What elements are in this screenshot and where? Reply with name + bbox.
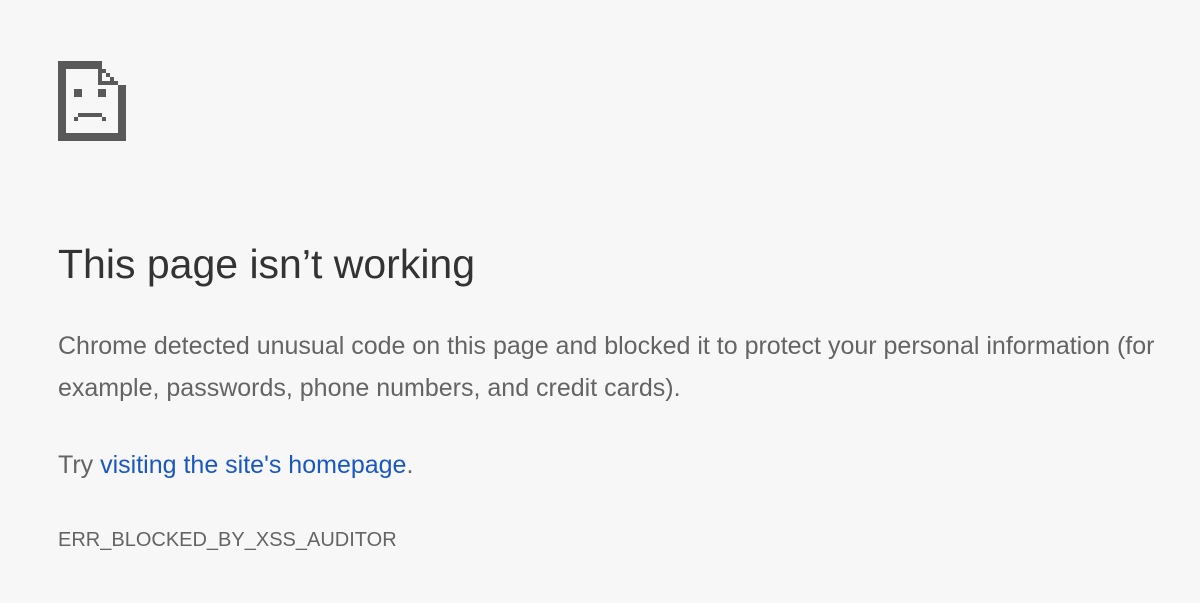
suggestion-suffix: . [406, 451, 414, 479]
error-explanation: Chrome detected unusual code on this pag… [58, 332, 1155, 402]
sad-page-icon [58, 60, 126, 142]
suggestion-prefix: Try [58, 451, 101, 479]
page-title: This page isn’t working [58, 241, 476, 287]
homepage-link[interactable]: visiting the site's homepage [100, 451, 406, 479]
suggestion-text: Try visiting the site's homepage. [58, 444, 413, 486]
error-code: ERR_BLOCKED_BY_XSS_AUDITOR [58, 529, 397, 551]
